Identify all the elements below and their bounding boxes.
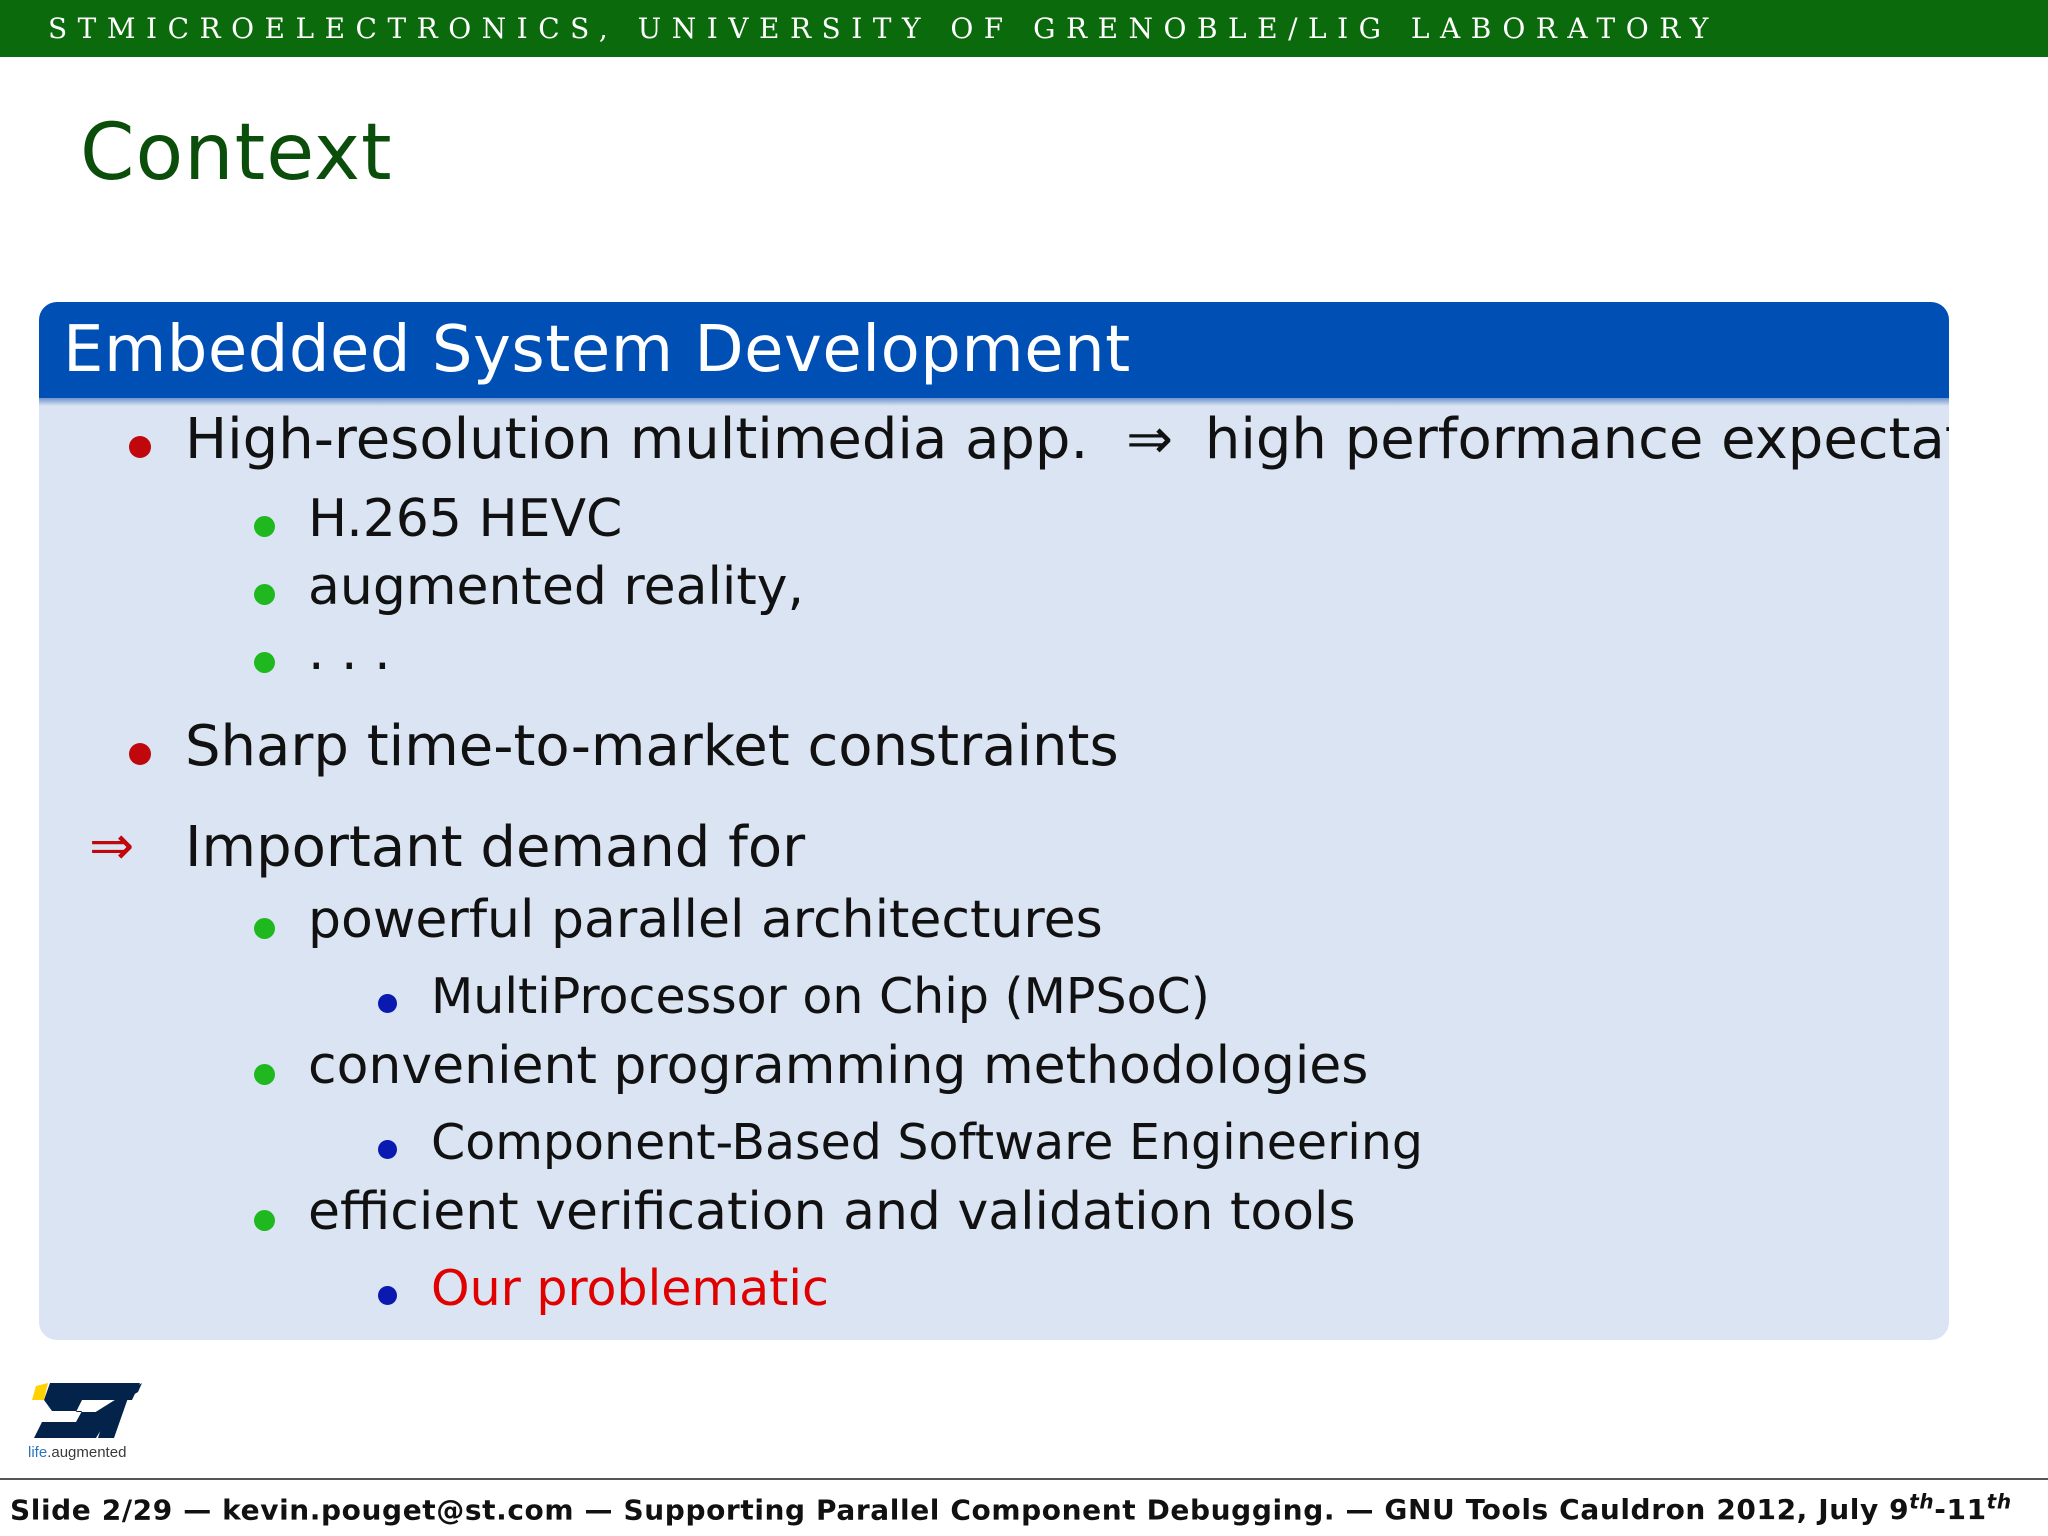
- footer-divider: [0, 1478, 2048, 1480]
- item-high-resolution: High-resolution multimedia app. ⇒ high p…: [185, 407, 1949, 472]
- footer-event: GNU Tools Cauldron 2012, July 9th-11th: [1384, 1490, 2012, 1527]
- bullet-green: [254, 1064, 275, 1085]
- slide-title: Context: [80, 108, 393, 198]
- bullet-blue: [378, 994, 397, 1013]
- footer-talk-title: Supporting Parallel Component Debugging.: [623, 1493, 1336, 1527]
- footer-slide-number: Slide 2/29: [10, 1493, 173, 1527]
- header-bar: STMICROELECTRONICS, UNIVERSITY OF GRENOB…: [0, 0, 2048, 57]
- item-mpsoc: MultiProcessor on Chip (MPSoC): [431, 968, 1210, 1025]
- content-block: Embedded System Development High-resolut…: [39, 302, 1949, 1340]
- footer-email: kevin.pouget@st.com: [222, 1493, 575, 1527]
- bullet-green: [254, 652, 275, 673]
- item-ellipsis: . . .: [308, 622, 391, 682]
- bullet-green: [254, 1210, 275, 1231]
- item-our-problematic: Our problematic: [431, 1260, 829, 1317]
- bullet-blue: [378, 1286, 397, 1305]
- item-cbse: Component-Based Software Engineering: [431, 1114, 1423, 1171]
- bullet-green: [254, 918, 275, 939]
- item-hevc: H.265 HEVC: [308, 489, 623, 549]
- bullet-red: [129, 436, 151, 458]
- block-title-shadow: [39, 398, 1949, 406]
- item-important-demand: Important demand for: [185, 815, 806, 880]
- item-programming-methodologies: convenient programming methodologies: [308, 1036, 1369, 1096]
- logo-tagline: life.augmented: [28, 1444, 127, 1461]
- item-parallel-architectures: powerful parallel architectures: [308, 890, 1103, 950]
- item-time-to-market: Sharp time-to-market constraints: [185, 714, 1119, 779]
- bullet-green: [254, 584, 275, 605]
- implies-arrow: ⇒: [1126, 407, 1174, 472]
- bullet-green: [254, 516, 275, 537]
- header-affiliation: STMICROELECTRONICS, UNIVERSITY OF GRENOB…: [48, 12, 1719, 45]
- bullet-blue: [378, 1140, 397, 1159]
- bullet-red: [129, 743, 151, 765]
- block-title: Embedded System Development: [39, 302, 1949, 398]
- item-augmented-reality: augmented reality,: [308, 557, 805, 617]
- demand-arrow: ⇒: [89, 814, 135, 877]
- footer: Slide 2/29 — kevin.pouget@st.com — Suppo…: [10, 1490, 2012, 1527]
- item-verification-tools: efficient verification and validation to…: [308, 1182, 1356, 1242]
